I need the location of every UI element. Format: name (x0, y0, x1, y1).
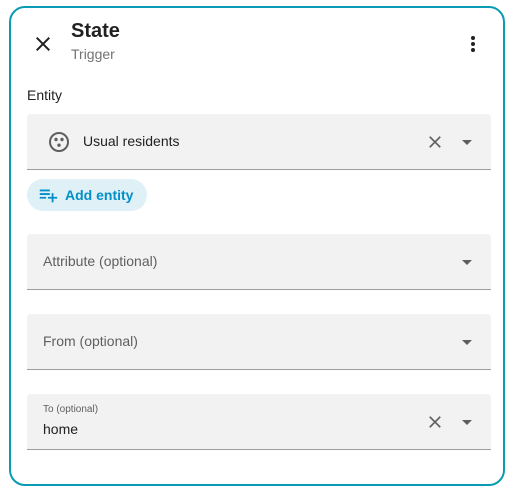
more-vert-icon (471, 36, 475, 52)
arrow-drop-down-icon (462, 140, 472, 145)
to-field[interactable]: To (optional) home (27, 394, 491, 450)
card-title: State (71, 20, 120, 42)
from-dropdown-button[interactable] (455, 330, 479, 354)
card-subtitle: Trigger (71, 46, 115, 62)
playlist-add-icon (39, 189, 58, 203)
entity-value: Usual residents (83, 133, 180, 149)
close-icon (36, 37, 50, 51)
entity-picker[interactable]: Usual residents (27, 114, 491, 170)
arrow-drop-down-icon (462, 420, 472, 425)
entity-section-label: Entity (27, 87, 63, 103)
trigger-card: State Trigger Entity Usual residents Add… (9, 6, 505, 486)
from-field[interactable]: From (optional) (27, 314, 491, 370)
entity-dropdown-button[interactable] (455, 130, 479, 154)
to-clear-button[interactable] (423, 410, 447, 434)
add-entity-label: Add entity (65, 187, 134, 203)
to-value: home (43, 421, 79, 437)
to-dropdown-button[interactable] (455, 410, 479, 434)
to-label: To (optional) (43, 404, 99, 415)
arrow-drop-down-icon (462, 340, 472, 345)
from-placeholder: From (optional) (43, 333, 138, 349)
clear-icon (429, 136, 441, 148)
entity-clear-button[interactable] (423, 130, 447, 154)
attribute-dropdown-button[interactable] (455, 250, 479, 274)
more-options-button[interactable] (459, 30, 487, 58)
close-button[interactable] (29, 30, 57, 58)
group-icon (49, 132, 69, 152)
arrow-drop-down-icon (462, 260, 472, 265)
add-entity-button[interactable]: Add entity (27, 179, 148, 211)
attribute-placeholder: Attribute (optional) (43, 253, 158, 269)
clear-icon (429, 416, 441, 428)
attribute-field[interactable]: Attribute (optional) (27, 234, 491, 290)
